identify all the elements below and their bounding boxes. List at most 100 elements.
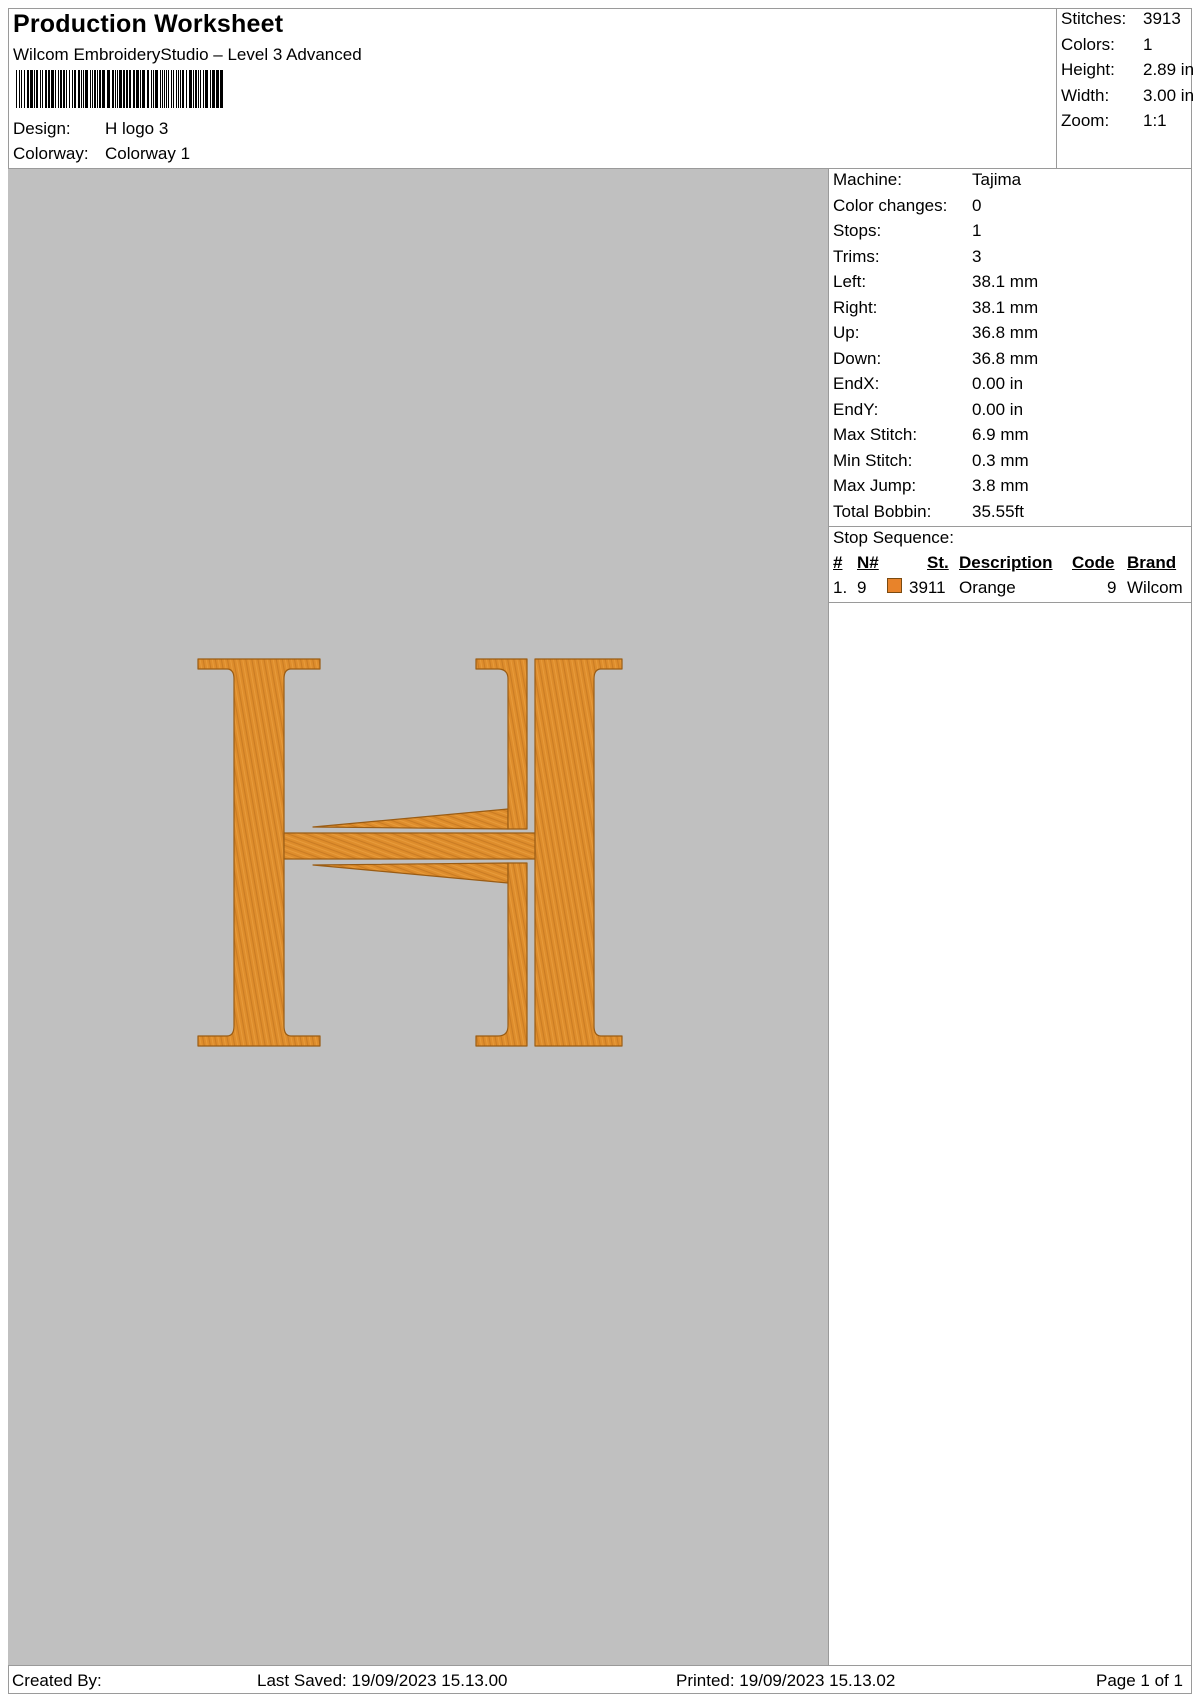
detail-label: Right: [833, 298, 878, 317]
barcode-bar [212, 70, 215, 108]
stop-needle: 9 [857, 578, 867, 597]
detail-row: Max Stitch: 6.9 mm [833, 425, 1029, 445]
barcode-bar [97, 70, 98, 108]
barcode-bar [168, 70, 169, 108]
barcode-bar [178, 70, 179, 108]
printed-date: Printed: 19/09/2023 15.13.02 [676, 1671, 896, 1690]
barcode-bar [36, 70, 38, 108]
barcode-bar [153, 70, 154, 108]
detail-value: 38.1 mm [972, 272, 1039, 291]
detail-value: 0.00 in [972, 374, 1024, 393]
summary-value: 3.00 in [1143, 86, 1195, 105]
detail-row: EndX: 0.00 in [833, 374, 1023, 394]
barcode-bar [164, 70, 165, 108]
barcode-bar [136, 70, 139, 108]
summary-row: Colors: 1 [1061, 35, 1152, 55]
barcode-bar [58, 70, 59, 108]
worksheet-header: Production Worksheet Wilcom EmbroiderySt… [8, 8, 1195, 169]
last-saved: Last Saved: 19/09/2023 15.13.00 [257, 1671, 508, 1690]
barcode-bar [27, 70, 29, 108]
barcode [16, 70, 223, 108]
barcode-bar [203, 70, 204, 108]
detail-value: 6.9 mm [972, 425, 1029, 444]
barcode-bar [142, 70, 145, 108]
barcode-bar [171, 70, 172, 108]
detail-row: EndY: 0.00 in [833, 400, 1023, 420]
detail-value: 38.1 mm [972, 298, 1039, 317]
detail-label: Stops: [833, 221, 882, 240]
barcode-bar [74, 70, 76, 108]
barcode-bar [42, 70, 43, 108]
summary-panel: Stitches: 3913 Colors: 1 Height: 2.89 in Wi… [1056, 8, 1195, 168]
barcode-bar [72, 70, 73, 108]
detail-value: 0 [972, 196, 982, 215]
barcode-bar [193, 70, 194, 108]
barcode-bar [180, 70, 181, 108]
detail-value: 1 [972, 221, 982, 240]
h-logo-embroidery [197, 658, 623, 1047]
barcode-bar [133, 70, 135, 108]
detail-row: Down: 36.8 mm [833, 349, 1038, 369]
barcode-bar [126, 70, 128, 108]
barcode-bar [210, 70, 211, 108]
stop-brand: Wilcom [1127, 578, 1183, 597]
detail-label: Total Bobbin: [833, 502, 932, 521]
summary-label: Stitches: [1061, 9, 1127, 28]
design-label: Design: [13, 119, 71, 138]
detail-value: 36.8 mm [972, 349, 1039, 368]
barcode-bar [102, 70, 105, 108]
stop-code: 9 [1107, 578, 1117, 597]
thread-color-swatch [887, 578, 902, 593]
barcode-bar [90, 70, 91, 108]
stop-stitches: 3911 [909, 578, 946, 597]
summary-label: Height: [1061, 60, 1115, 79]
colorway-label: Colorway: [13, 144, 89, 163]
summary-value: 1 [1143, 35, 1153, 54]
col-index-header: # [833, 553, 843, 572]
barcode-bar [216, 70, 219, 108]
created-by: Created By: [12, 1671, 102, 1690]
detail-value: Tajima [972, 170, 1022, 189]
barcode-bar [117, 70, 118, 108]
detail-row: Max Jump: 3.8 mm [833, 476, 1029, 496]
barcode-bar [78, 70, 80, 108]
summary-value: 2.89 in [1143, 60, 1195, 79]
barcode-bar [173, 70, 174, 108]
barcode-bar [220, 70, 223, 108]
detail-value: 35.55ft [972, 502, 1024, 521]
colorway-value: Colorway 1 [105, 144, 191, 163]
page-title: Production Worksheet [13, 10, 284, 38]
detail-label: Trims: [833, 247, 880, 266]
design-preview [8, 169, 829, 1665]
barcode-bar [166, 70, 167, 108]
summary-value: 1:1 [1143, 111, 1167, 130]
col-stitches-header: St. [927, 553, 949, 572]
barcode-bar [66, 70, 67, 108]
detail-label: Min Stitch: [833, 451, 913, 470]
barcode-bar [48, 70, 50, 108]
barcode-bar [119, 70, 122, 108]
detail-row: Color changes: 0 [833, 196, 981, 216]
stop-description: Orange [959, 578, 1016, 597]
section-divider [829, 526, 1192, 527]
barcode-bar [40, 70, 41, 108]
barcode-bar [129, 70, 131, 108]
summary-row: Height: 2.89 in [1061, 60, 1194, 80]
barcode-bar [115, 70, 116, 108]
barcode-bar [182, 70, 184, 108]
detail-row: Up: 36.8 mm [833, 323, 1038, 343]
software-name: Wilcom EmbroideryStudio – Level 3 Advanc… [13, 45, 362, 64]
detail-value: 36.8 mm [972, 323, 1039, 342]
colorway-field: Colorway: Colorway 1 [13, 144, 190, 164]
barcode-bar [94, 70, 96, 108]
detail-label: Up: [833, 323, 860, 342]
detail-label: Color changes: [833, 196, 948, 215]
barcode-bar [162, 70, 163, 108]
detail-row: Trims: 3 [833, 247, 981, 267]
detail-row: Stops: 1 [833, 221, 981, 241]
col-code-header: Code [1072, 553, 1115, 572]
detail-label: EndY: [833, 400, 879, 419]
barcode-bar [200, 70, 201, 108]
barcode-bar [16, 70, 17, 108]
barcode-bar [19, 70, 20, 108]
